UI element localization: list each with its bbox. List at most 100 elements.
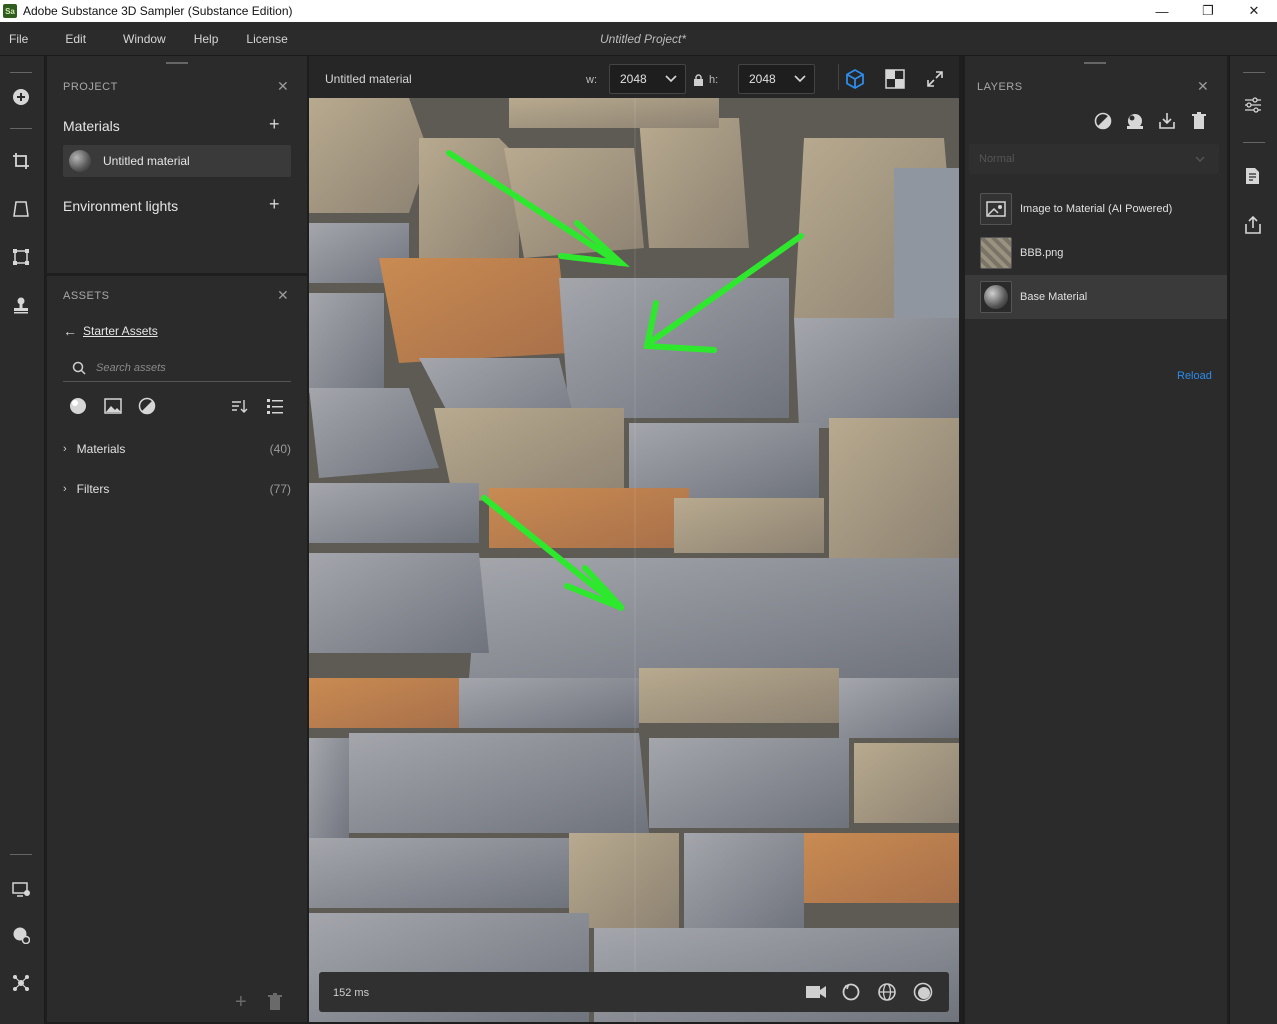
search-icon (72, 361, 86, 375)
add-environment-icon[interactable]: + (269, 194, 280, 215)
blend-mode-select[interactable]: Normal (969, 144, 1219, 174)
camera-icon[interactable] (805, 983, 827, 1004)
category-label: Filters (76, 482, 110, 496)
texture-thumbnail (980, 237, 1012, 269)
material-sphere-icon (980, 281, 1012, 313)
menu-file[interactable]: File (0, 32, 37, 46)
close-project-panel-icon[interactable]: ✕ (277, 78, 289, 95)
add-circle-icon[interactable] (10, 86, 32, 108)
starter-assets-label: Starter Assets (83, 324, 158, 338)
panel-grip[interactable] (1084, 62, 1106, 64)
close-layers-panel-icon[interactable]: ✕ (1197, 78, 1209, 95)
shading-mode-icon[interactable] (913, 982, 933, 1005)
maximize-button[interactable]: ❐ (1185, 0, 1231, 22)
project-title: Untitled Project* (600, 32, 687, 46)
toolbar-divider (1243, 72, 1265, 73)
toolbar-divider (10, 854, 32, 855)
title-bar: Sa Adobe Substance 3D Sampler (Substance… (0, 0, 1277, 22)
height-label: h: (709, 74, 719, 86)
width-select[interactable]: 2048 (609, 64, 686, 94)
menu-bar: File Edit Window Help License Untitled P… (0, 22, 1277, 56)
layer-name: Base Material (1020, 291, 1088, 303)
rotate-object-icon[interactable] (841, 982, 861, 1005)
menu-window[interactable]: Window (114, 32, 175, 46)
left-toolbar (0, 56, 45, 1024)
materials-label: Materials (63, 118, 120, 134)
layers-header: LAYERS (977, 81, 1023, 93)
back-arrow-icon[interactable]: ← (63, 323, 77, 339)
lock-icon[interactable] (693, 74, 704, 89)
perspective-icon[interactable] (10, 198, 32, 220)
fullscreen-icon[interactable] (926, 70, 944, 91)
reload-link[interactable]: Reload (1177, 370, 1212, 382)
width-value: 2048 (620, 72, 647, 86)
menu-help[interactable]: Help (185, 32, 228, 46)
category-count: (40) (269, 442, 291, 456)
toolbar-divider (838, 64, 839, 90)
chevron-down-icon (1195, 156, 1205, 162)
minimize-button[interactable]: — (1139, 0, 1185, 22)
layer-base-material[interactable]: Base Material (965, 275, 1227, 319)
filter-images-icon[interactable] (104, 397, 122, 418)
filter-materials-icon[interactable] (69, 397, 87, 418)
transform-icon[interactable] (10, 246, 32, 268)
filter-filters-icon[interactable] (138, 397, 156, 418)
node-graph-icon[interactable] (10, 972, 32, 994)
properties-icon[interactable] (1244, 96, 1262, 117)
project-header: PROJECT (63, 81, 118, 93)
chevron-down-icon (794, 75, 806, 83)
material-item[interactable]: Untitled material (63, 145, 291, 177)
starter-assets-link[interactable]: ← Starter Assets (63, 323, 158, 339)
panel-grip[interactable] (166, 62, 188, 64)
layers-panel: LAYERS ✕ Normal Image to Material (AI Po… (965, 56, 1227, 1024)
import-icon[interactable] (1158, 112, 1176, 133)
right-toolbar (1229, 56, 1277, 1024)
render-settings-icon[interactable] (10, 924, 32, 946)
export-icon[interactable] (1244, 215, 1262, 237)
environment-lights-label: Environment lights (63, 198, 179, 214)
delete-layer-icon[interactable] (1191, 112, 1207, 133)
app-icon: Sa (3, 4, 17, 18)
toolbar-divider (10, 128, 32, 129)
metadata-icon[interactable] (1244, 167, 1262, 188)
render-time: 152 ms (333, 987, 370, 999)
assets-category-filters[interactable]: › Filters (77) (63, 482, 291, 496)
stone-wall-texture (309, 98, 959, 1022)
material-sphere-icon (69, 150, 91, 172)
add-material-layer-icon[interactable] (1126, 112, 1144, 133)
viewport-status-bar: 152 ms (319, 972, 949, 1012)
stamp-icon[interactable] (10, 294, 32, 316)
delete-asset-icon[interactable] (267, 993, 283, 1014)
close-assets-panel-icon[interactable]: ✕ (277, 287, 289, 304)
environment-icon[interactable] (877, 982, 897, 1005)
chevron-right-icon: › (63, 483, 67, 495)
blend-mode-value: Normal (979, 153, 1015, 165)
category-count: (77) (269, 482, 291, 496)
chevron-right-icon: › (63, 443, 67, 455)
crop-icon[interactable] (10, 150, 32, 172)
display-settings-icon[interactable] (10, 878, 32, 900)
material-item-label: Untitled material (103, 154, 190, 168)
sort-icon[interactable] (230, 397, 248, 418)
add-asset-icon[interactable]: + (235, 991, 247, 1014)
search-assets-field[interactable]: Search assets (63, 354, 291, 382)
menu-license[interactable]: License (237, 32, 296, 46)
add-material-icon[interactable]: + (269, 114, 280, 135)
width-label: w: (586, 74, 597, 86)
ai-image-icon (980, 193, 1012, 225)
material-viewport[interactable] (309, 98, 959, 1022)
category-label: Materials (76, 442, 126, 456)
height-select[interactable]: 2048 (738, 64, 815, 94)
layer-bbb-png[interactable]: BBB.png (965, 231, 1227, 275)
close-window-button[interactable]: ✕ (1231, 0, 1277, 22)
menu-edit[interactable]: Edit (56, 32, 95, 46)
layer-name: BBB.png (1020, 247, 1064, 259)
assets-category-materials[interactable]: › Materials (40) (63, 442, 291, 456)
list-view-icon[interactable] (266, 397, 284, 418)
layer-image-to-material[interactable]: Image to Material (AI Powered) (965, 187, 1227, 231)
2d-view-icon[interactable] (885, 69, 905, 92)
search-placeholder: Search assets (96, 361, 166, 374)
3d-view-icon[interactable] (844, 68, 866, 93)
toolbar-divider (10, 72, 32, 73)
add-filter-icon[interactable] (1094, 112, 1112, 133)
